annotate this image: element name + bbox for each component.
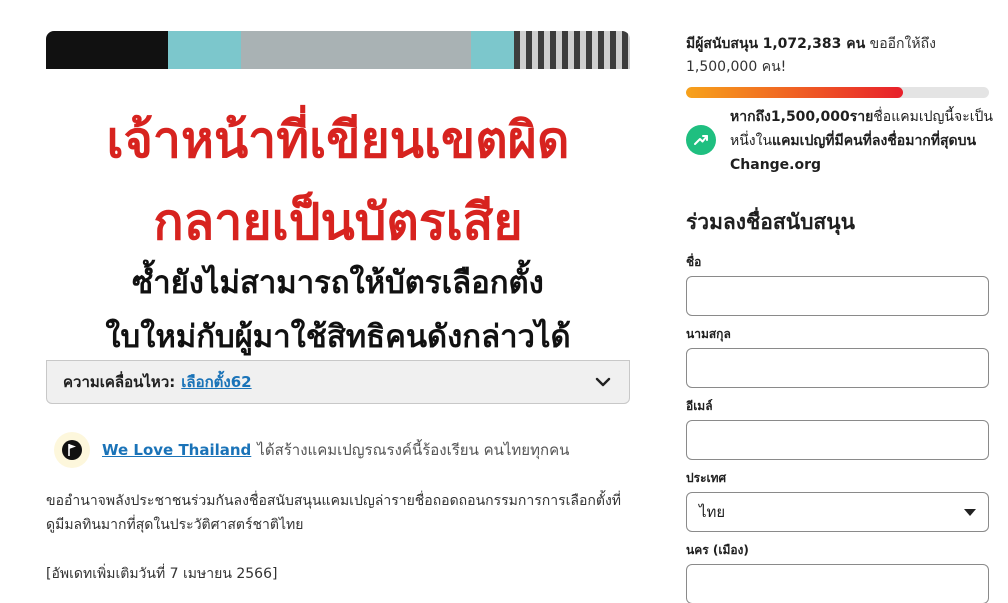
image-headline-2: กลายเป็นบัตรเสีย xyxy=(153,193,523,251)
image-headline-1: เจ้าหน้าที่เขียนเขตผิด xyxy=(106,111,570,169)
movement-link[interactable]: เลือกตั้ง62 xyxy=(181,370,251,394)
signature-progress-fill xyxy=(686,87,903,98)
caret-down-icon xyxy=(964,508,976,516)
goal-milestone: หากถึง1,500,000รายชื่อแคมเปญนี้จะเป็นหนึ… xyxy=(686,105,996,177)
creator-description: ได้สร้างแคมเปญรณรงค์นี้ร้องเรียน คนไทยทุ… xyxy=(257,441,570,459)
campaign-image: เจ้าหน้าที่เขียนเขตผิด กลายเป็นบัตรเสีย … xyxy=(46,31,630,361)
country-select[interactable]: ไทย xyxy=(686,492,989,532)
image-photo-strip xyxy=(46,31,630,69)
last-name-label: นามสกุล xyxy=(686,327,731,341)
campaign-description: ขออำนาจพลังประชาชนร่วมกันลงชื่อสนับสนุนแ… xyxy=(46,493,622,533)
creator-name-link[interactable]: We Love Thailand xyxy=(102,441,251,459)
image-subline-1: ซ้ำยังไม่สามารถให้บัตรเลือกตั้ง xyxy=(132,265,544,301)
flag-icon xyxy=(54,432,90,468)
signature-count: มีผู้สนับสนุน 1,072,383 คน ขออีกให้ถึง 1… xyxy=(686,33,986,79)
first-name-input[interactable] xyxy=(686,276,989,316)
goal-text: หากถึง1,500,000รายชื่อแคมเปญนี้จะเป็นหนึ… xyxy=(730,105,996,177)
country-select-value: ไทย xyxy=(699,503,726,521)
image-subline-2: ใบใหม่กับผู้มาใช้สิทธิคนดังกล่าวได้ xyxy=(105,319,571,355)
campaign-update-note: [อัพเดทเพิ่มเติมวันที่ 7 เมษายน 2566] xyxy=(46,566,278,582)
goal-text-bold-1: หากถึง1,500,000ราย xyxy=(730,109,874,125)
country-label: ประเทศ xyxy=(686,471,727,485)
signature-count-prefix: มีผู้สนับสนุน xyxy=(686,36,759,52)
email-input[interactable] xyxy=(686,420,989,460)
movement-dropdown[interactable]: ความเคลื่อนไหว: เลือกตั้ง62 xyxy=(46,360,630,404)
signature-count-value: 1,072,383 คน xyxy=(762,36,866,52)
sign-form-title: ร่วมลงชื่อสนับสนุน xyxy=(686,210,855,234)
first-name-label: ชื่อ xyxy=(686,255,702,269)
signature-progress-bar xyxy=(686,87,989,98)
chevron-down-icon[interactable] xyxy=(593,372,613,392)
last-name-input[interactable] xyxy=(686,348,989,388)
city-input[interactable] xyxy=(686,564,989,603)
city-label: นคร (เมือง) xyxy=(686,543,749,557)
email-label: อีเมล์ xyxy=(686,399,713,413)
trending-up-icon xyxy=(686,125,716,155)
campaign-creator: We Love Thailand ได้สร้างแคมเปญรณรงค์นี้… xyxy=(54,432,569,468)
movement-label: ความเคลื่อนไหว: xyxy=(63,373,176,391)
